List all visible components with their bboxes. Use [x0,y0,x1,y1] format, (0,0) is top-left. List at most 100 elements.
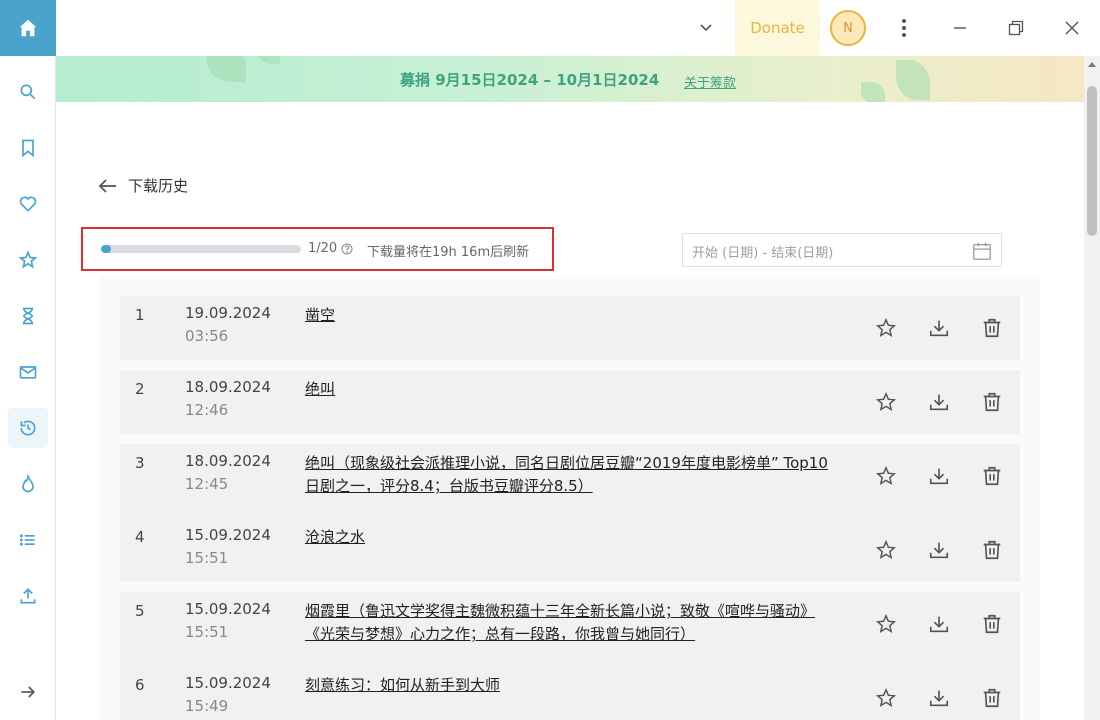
sidebar-item-download-history[interactable] [8,408,48,448]
delete-button[interactable] [979,611,1005,637]
delete-button[interactable] [979,315,1005,341]
date-range-input[interactable]: 开始 (日期) - 结束(日期) [682,233,1002,267]
dropdown-button[interactable] [696,18,716,38]
delete-button[interactable] [979,389,1005,415]
history-icon [20,420,36,436]
download-history-list: 1 19.09.2024 03:56 凿空 2 18.09.2024 12:46… [100,276,1040,720]
search-icon [20,84,36,100]
download-icon [929,394,949,411]
calendar-icon [973,242,991,260]
book-title-link[interactable]: 烟霞里（鲁迅文学奖得主魏微积蕴十三年全新长篇小说；致敬《喧哗与骚动》《光荣与梦想… [305,600,835,646]
sidebar-item-favorites[interactable] [8,184,48,224]
delete-button[interactable] [979,685,1005,711]
download-quota: 1/20 下载量将在19h 16m后刷新 [81,227,554,271]
star-icon [875,317,897,338]
row-number: 3 [135,454,145,472]
sidebar-item-lists[interactable] [8,520,48,560]
download-button[interactable] [926,537,952,563]
star-icon [875,613,897,634]
download-button[interactable] [926,685,952,711]
row-number: 1 [135,306,145,324]
favorite-button[interactable] [873,537,899,563]
favorite-button[interactable] [873,389,899,415]
donate-button[interactable]: Donate [735,0,820,56]
mail-icon [19,366,37,379]
trash-icon [983,540,1001,560]
sidebar-item-upload[interactable] [8,576,48,616]
book-title-link[interactable]: 刻意练习：如何从新手到大师 [305,674,835,697]
minimize-button[interactable] [948,16,972,40]
download-date: 18.09.2024 [185,378,271,396]
quota-count: 1/20 [308,241,353,256]
sidebar-item-search[interactable] [8,72,48,112]
sidebar-item-recommended[interactable] [8,240,48,280]
book-title-link[interactable]: 绝叫（现象级社会派推理小说，同名日剧位居豆瓣“2019年度电影榜单” Top10… [305,452,835,498]
quota-refresh-text: 下载量将在19h 16m后刷新 [367,245,530,260]
trash-icon [983,392,1001,412]
close-button[interactable] [1060,16,1084,40]
sidebar-item-popular[interactable] [8,464,48,504]
download-time: 03:56 [185,327,229,345]
scrollbar[interactable] [1084,56,1100,720]
minimize-icon [954,27,966,29]
download-icon [929,690,949,707]
restore-icon [1008,20,1024,36]
close-icon [1065,21,1079,35]
row-number: 4 [135,528,145,546]
upload-icon [20,588,36,604]
chevron-down-icon [700,24,712,32]
favorite-button[interactable] [873,463,899,489]
leaf-decoration [256,56,280,64]
quota-count-label: 1/20 [308,241,338,256]
download-time: 12:45 [185,475,229,493]
trash-icon [983,688,1001,708]
restore-button[interactable] [1004,16,1028,40]
trash-icon [983,318,1001,338]
fundraising-dates: 募捐 9月15日2024 – 10月1日2024 [400,71,660,89]
sidebar-item-bookmarks[interactable] [8,128,48,168]
table-row: 6 15.09.2024 15:49 刻意练习：如何从新手到大师 [120,666,1020,720]
download-button[interactable] [926,611,952,637]
avatar[interactable]: N [830,10,866,46]
heart-icon [19,196,37,212]
download-button[interactable] [926,389,952,415]
row-number: 2 [135,380,145,398]
delete-button[interactable] [979,537,1005,563]
scroll-up-button[interactable] [1084,56,1100,72]
quota-progress-bar [101,245,301,253]
download-date: 15.09.2024 [185,526,271,544]
hourglass-icon [22,307,34,325]
download-button[interactable] [926,315,952,341]
download-date: 18.09.2024 [185,452,271,470]
row-number: 6 [135,676,145,694]
delete-button[interactable] [979,463,1005,489]
download-time: 15:51 [185,549,229,567]
more-menu-button[interactable] [892,16,916,40]
home-button[interactable] [0,0,56,56]
book-title-link[interactable]: 沧浪之水 [305,526,835,549]
sidebar-collapse-button[interactable] [8,672,48,712]
fundraising-link[interactable]: 关于筹款 [684,72,736,91]
favorite-button[interactable] [873,315,899,341]
sidebar-item-send[interactable] [8,352,48,392]
book-title-link[interactable]: 绝叫 [305,378,835,401]
download-button[interactable] [926,463,952,489]
download-date: 19.09.2024 [185,304,271,322]
leaf-decoration [861,82,885,102]
scroll-thumb[interactable] [1087,86,1097,236]
back-button[interactable]: 下载历史 [98,175,188,196]
flame-icon [22,474,34,493]
star-plus-icon [18,250,38,269]
favorite-button[interactable] [873,685,899,711]
leaf-decoration [206,56,246,82]
sidebar-item-history-reading[interactable] [8,296,48,336]
help-icon[interactable] [341,243,353,255]
book-title-link[interactable]: 凿空 [305,304,835,327]
download-time: 15:49 [185,697,229,715]
calendar-button[interactable] [971,240,993,266]
home-icon [19,19,37,37]
favorite-button[interactable] [873,611,899,637]
download-icon [929,320,949,337]
list-icon [19,534,35,546]
download-icon [929,468,949,485]
